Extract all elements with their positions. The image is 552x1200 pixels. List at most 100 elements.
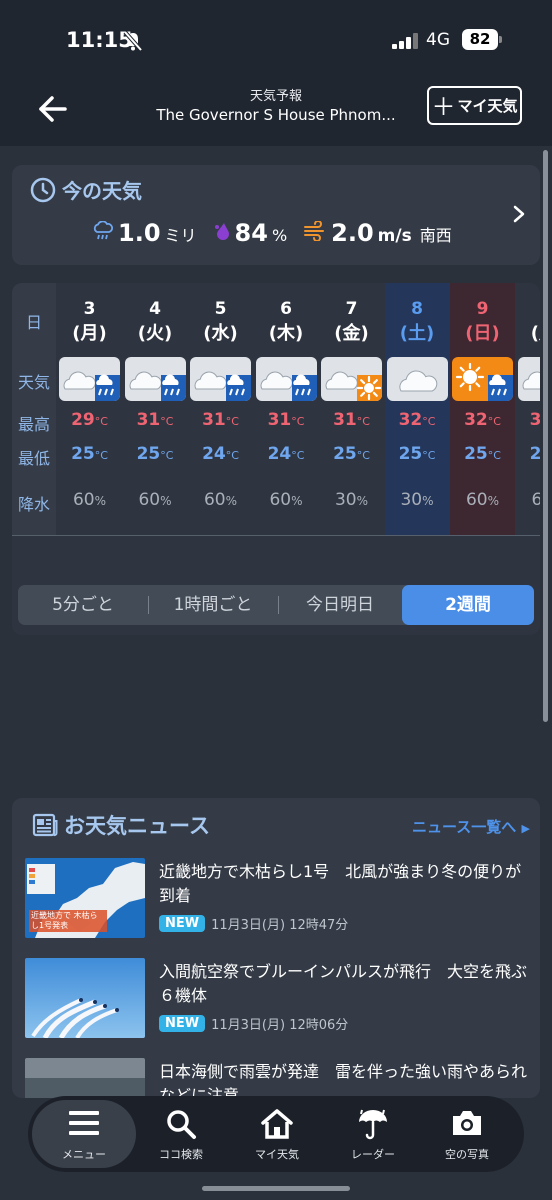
segment-today-tomorrow[interactable]: 今日明日 xyxy=(278,585,402,625)
day-number: 8 xyxy=(411,299,423,319)
forecast-day-column[interactable]: 8 (土) 32°C 25°C 30% xyxy=(384,283,450,535)
news-item[interactable]: 日本海側で雨雲が発達 雷を伴った強い雨やあられなどに注意 xyxy=(25,1058,540,1098)
forecast-day-column[interactable]: 5 (水) 31°C 24°C 60% xyxy=(188,283,253,535)
day-weekday: (金) xyxy=(334,323,369,344)
temp-unit: °C xyxy=(422,449,436,462)
forecast-day-column[interactable]: 4 (火) 31°C 25°C 60% xyxy=(123,283,188,535)
news-headline: 近畿地方で木枯らし1号 北風が強まり冬の便りが到着 xyxy=(159,862,522,905)
precip-chance: 30% xyxy=(319,490,384,510)
weather-news-section: お天気ニュース ニュース一覧へ ▶ 近畿地方で 木枯らし1号発表 近畿地方で木枯… xyxy=(12,798,540,1098)
segment-5min[interactable]: 5分ごと xyxy=(18,585,148,625)
temp-unit: °C xyxy=(356,449,370,462)
segment-two-weeks[interactable]: 2週間 xyxy=(402,585,534,625)
percent-unit: % xyxy=(422,494,434,508)
temp-unit: °C xyxy=(291,449,305,462)
new-badge: NEW xyxy=(159,1015,206,1032)
chevron-right-icon xyxy=(513,205,525,223)
low-temp-value: 25 xyxy=(71,444,95,464)
day-weekday: (日) xyxy=(465,323,500,344)
forecast-day-column[interactable]: 7 (金) 31°C 25°C 30% xyxy=(319,283,384,535)
percent-unit: % xyxy=(160,494,172,508)
search-icon xyxy=(132,1108,230,1142)
news-item[interactable]: 入間航空祭でブルーインパルスが飛行 大空を飛ぶ６機体 NEW 11月3日(月) … xyxy=(25,958,540,1042)
high-temp-value: 31 xyxy=(136,410,161,430)
day-number: 4 xyxy=(149,299,161,319)
forecast-day-column[interactable]: 1 (月) 32°C 25°C 60% xyxy=(516,283,541,535)
day-number: 7 xyxy=(345,299,358,319)
row-labels: 日 天気 最高 最低 降水 xyxy=(12,283,56,535)
forecast-day-column[interactable]: 3 (月) 29°C 25°C 60% xyxy=(57,283,122,535)
temp-unit: °C xyxy=(225,415,239,428)
day-number: 1 xyxy=(516,299,541,319)
precip-value: 60 xyxy=(465,490,488,510)
low-temp: 24°C xyxy=(188,444,253,464)
tab-sky-photos[interactable]: 空の写真 xyxy=(418,1096,516,1172)
high-temp: 31°C xyxy=(188,410,253,430)
precip-chance: 60% xyxy=(254,490,319,510)
tab-radar[interactable]: レーダー xyxy=(324,1096,422,1172)
segment-hourly[interactable]: 1時間ごと xyxy=(148,585,278,625)
back-arrow-icon[interactable] xyxy=(36,92,70,126)
precip-value: 1.0 xyxy=(118,219,161,247)
temp-unit: °C xyxy=(291,415,305,428)
news-headline: 日本海側で雨雲が発達 雷を伴った強い雨やあられなどに注意 xyxy=(159,1062,528,1098)
high-temp: 31°C xyxy=(319,410,384,430)
percent-unit: % xyxy=(487,494,500,508)
label-day: 日 xyxy=(25,313,42,332)
high-temp-value: 32 xyxy=(464,410,488,430)
news-item[interactable]: 近畿地方で 木枯らし1号発表 近畿地方で木枯らし1号 北風が強まり冬の便りが到着… xyxy=(25,858,540,942)
low-temp: 24°C xyxy=(254,444,319,464)
cloudy-rain-icon xyxy=(124,357,186,401)
current-weather-card[interactable]: 今の天気 1.0 ミリ 84 % 2.0 m/s 南西 xyxy=(12,165,540,265)
temp-unit: °C xyxy=(94,449,108,462)
day-number: 9 xyxy=(476,299,489,319)
high-temp-value: 31 xyxy=(333,410,357,430)
tab-menu[interactable]: メニュー xyxy=(32,1100,136,1168)
humidity-value: 84 xyxy=(234,219,268,247)
my-weather-label: マイ天気 xyxy=(457,97,518,115)
forecast-day-column[interactable]: 6 (木) 31°C 24°C 60% xyxy=(254,283,319,535)
temp-unit: °C xyxy=(160,415,174,428)
low-temp-value: 25 xyxy=(136,444,161,464)
low-temp-value: 24 xyxy=(202,444,226,464)
forecast-day-column[interactable]: 9 (日) 32°C 25°C 60% xyxy=(450,283,515,535)
tab-label: レーダー xyxy=(351,1148,395,1161)
tab-search[interactable]: ココ検索 xyxy=(132,1096,230,1172)
temp-unit: °C xyxy=(225,449,239,462)
umbrella-icon xyxy=(324,1108,422,1142)
home-indicator xyxy=(202,1186,350,1191)
high-temp: 29°C xyxy=(57,410,122,430)
high-temp: 32°C xyxy=(450,410,515,430)
precip-unit: ミリ xyxy=(164,226,197,245)
label-weather: 天気 xyxy=(17,373,50,392)
precip-value: 60 xyxy=(138,490,161,510)
new-badge: NEW xyxy=(159,915,206,932)
tab-label: マイ天気 xyxy=(255,1148,299,1161)
menu-icon xyxy=(32,1108,136,1142)
high-temp-value: 31 xyxy=(267,410,292,430)
add-my-weather-button[interactable]: ＋ マイ天気 xyxy=(427,86,522,125)
percent-unit: % xyxy=(291,494,303,508)
bottom-tab-bar: メニュー ココ検索 マイ天気 レーダー 空の写真 xyxy=(28,1096,524,1172)
day-number: 5 xyxy=(214,299,227,319)
precip-value: 60 xyxy=(203,490,226,510)
high-temp-value: 32 xyxy=(398,410,423,430)
low-temp: 25°C xyxy=(319,444,384,464)
precip-value: 60 xyxy=(72,490,95,510)
two-week-forecast: 日 天気 最高 最低 降水 3 (月) 29°C 25°C 60% 4 (火) 31°C 2… xyxy=(12,283,540,635)
scrollbar[interactable] xyxy=(543,150,548,722)
percent-unit: % xyxy=(356,494,369,508)
low-temp: 25°C xyxy=(123,444,188,464)
tab-my-weather[interactable]: マイ天気 xyxy=(228,1096,326,1172)
period-segmented-control: 5分ごと 1時間ごと 今日明日 2週間 xyxy=(18,585,534,625)
day-weekday: (木) xyxy=(268,323,304,344)
wind-value: 2.0 xyxy=(331,219,374,247)
battery-icon: 82 xyxy=(462,29,502,50)
divider xyxy=(12,535,540,536)
high-temp: 32°C xyxy=(385,410,450,430)
day-weekday: (火) xyxy=(137,323,173,344)
news-list-link[interactable]: ニュース一覧へ ▶ xyxy=(412,816,530,837)
wind-direction: 南西 xyxy=(419,226,452,245)
label-precip: 降水 xyxy=(17,495,50,514)
status-bar: 11:15 4G 82 xyxy=(0,0,552,80)
